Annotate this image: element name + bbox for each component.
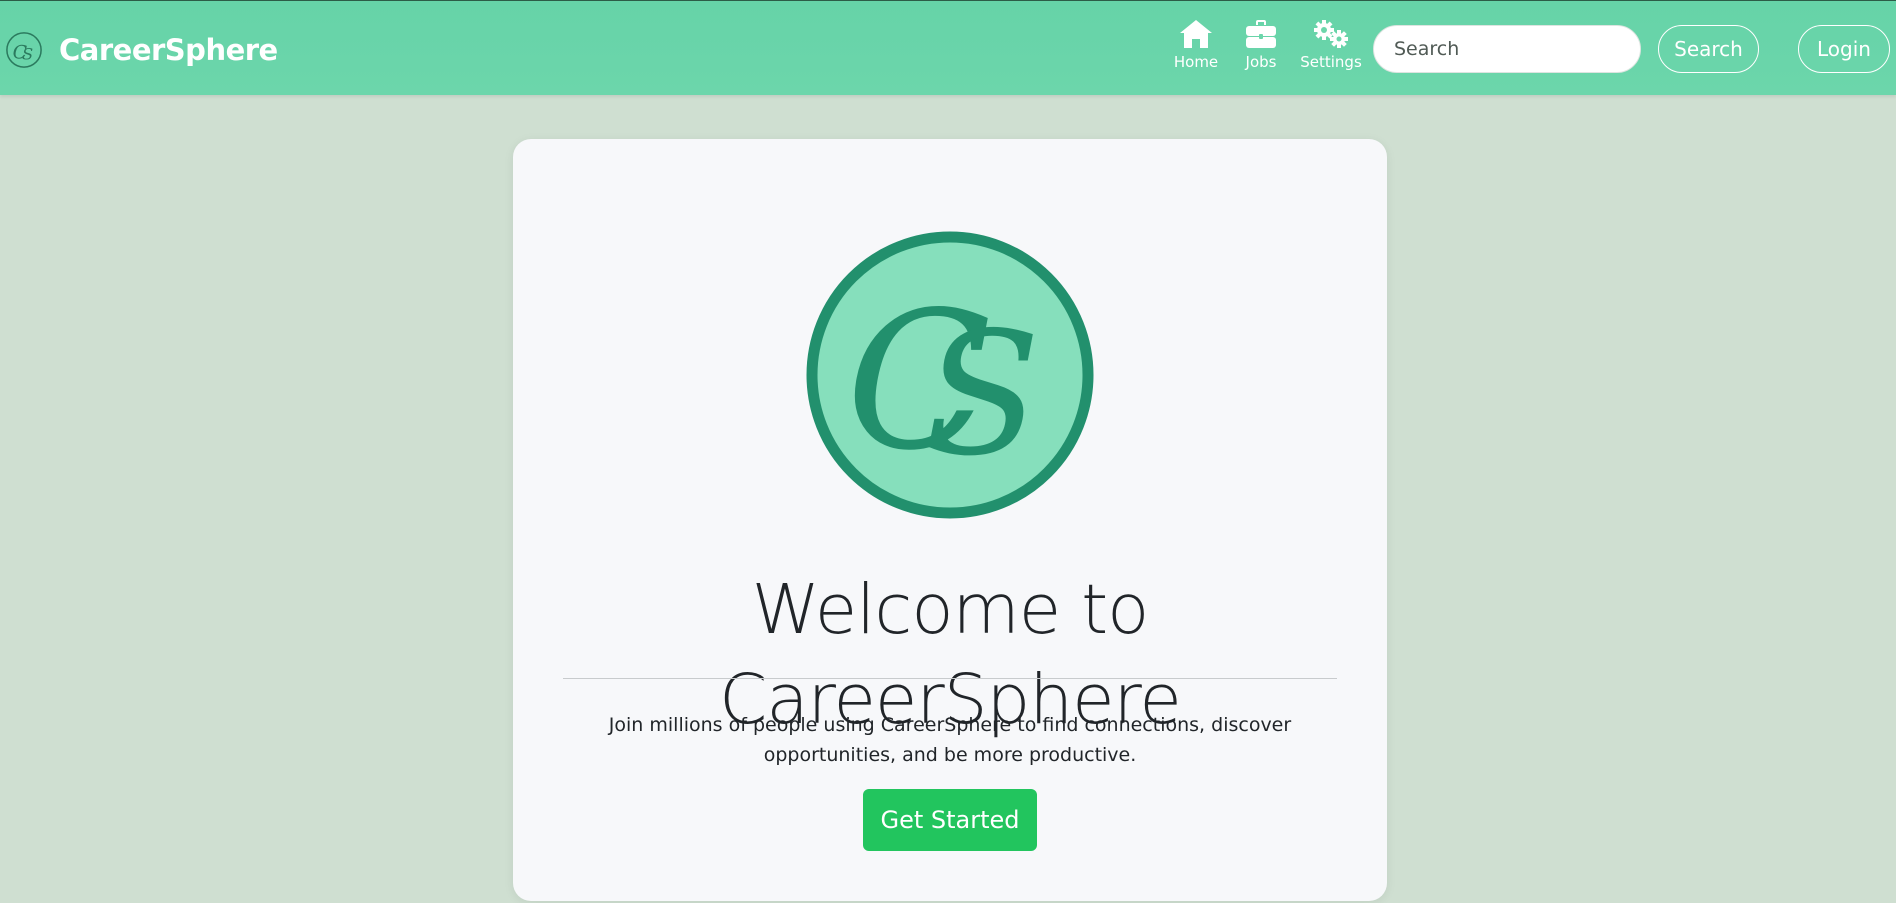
brand-name[interactable]: CareerSphere	[59, 31, 278, 69]
nav-settings[interactable]: Settings	[1300, 19, 1362, 79]
get-started-button[interactable]: Get Started	[863, 789, 1037, 851]
nav-jobs-label: Jobs	[1245, 53, 1277, 71]
lead-text: Join millions of people using CareerSphe…	[608, 714, 1292, 766]
nav-settings-label: Settings	[1300, 53, 1362, 71]
search-button[interactable]: Search	[1658, 25, 1759, 73]
briefcase-icon	[1246, 20, 1276, 48]
gears-icon	[1314, 20, 1348, 48]
nav-jobs[interactable]: Jobs	[1241, 19, 1281, 79]
home-icon	[1180, 20, 1212, 48]
nav-home[interactable]: Home	[1173, 19, 1219, 79]
cs-monogram-icon: C S	[806, 231, 1094, 519]
nav-home-label: Home	[1173, 53, 1219, 71]
top-navbar: C S CareerSphere Home Jobs Settings Sear…	[0, 0, 1896, 95]
login-button[interactable]: Login	[1798, 25, 1890, 73]
search-input[interactable]	[1373, 25, 1641, 73]
welcome-card: C S Welcome to CareerSphere Join million…	[513, 139, 1387, 901]
svg-text:S: S	[22, 45, 33, 64]
brand-logo-icon[interactable]: C S	[5, 31, 43, 69]
svg-text:S: S	[924, 296, 1040, 494]
divider	[563, 678, 1337, 679]
